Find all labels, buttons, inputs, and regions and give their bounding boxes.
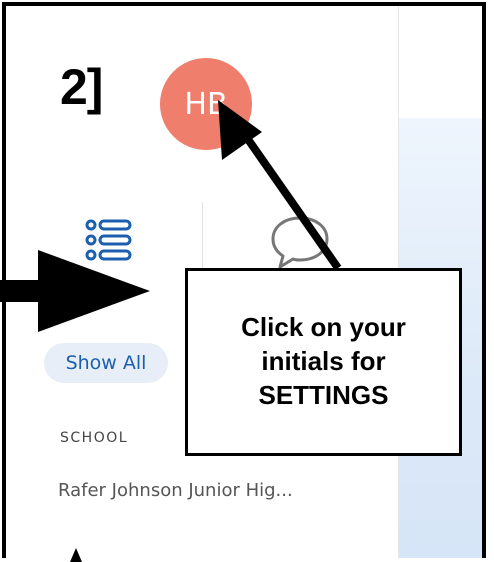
callout-line: SETTINGS [258,379,389,410]
avatar-pointer-arrow [218,100,342,271]
instruction-callout: Click on your initials for SETTINGS [185,268,462,456]
callout-line: Click on your [241,312,406,343]
left-arrow [0,250,150,332]
callout-line: initials for [261,346,386,377]
bottom-mark [70,548,82,562]
